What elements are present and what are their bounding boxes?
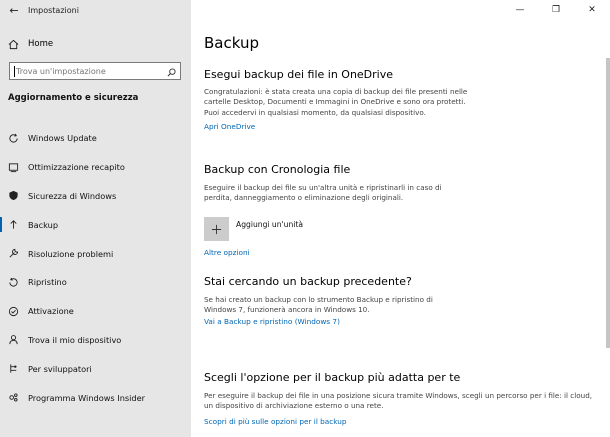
older-backup-description: Se hai creato un backup con lo strumento… — [204, 295, 433, 315]
sidebar-item-label: Per sviluppatori — [28, 363, 92, 374]
sync-icon — [6, 131, 20, 145]
check-circle-icon — [6, 304, 20, 318]
backup-restore-win7-link[interactable]: Vai a Backup e ripristino (Windows 7) — [204, 317, 340, 326]
delivery-icon — [6, 160, 20, 174]
open-onedrive-link[interactable]: Apri OneDrive — [204, 122, 255, 131]
sidebar-item-sicurezza-windows[interactable]: Sicurezza di Windows — [0, 182, 191, 211]
learn-more-backup-link[interactable]: Scopri di più sulle opzioni per il backu… — [204, 417, 347, 426]
window-controls: — ❐ ✕ — [502, 0, 610, 20]
sidebar-item-backup[interactable]: Backup — [0, 210, 191, 239]
sidebar-item-windows-insider[interactable]: Programma Windows Insider — [0, 383, 191, 412]
sidebar-item-label: Programma Windows Insider — [28, 392, 146, 403]
sidebar-item-ripristino[interactable]: Ripristino — [0, 268, 191, 297]
search-icon[interactable] — [167, 62, 176, 81]
older-backup-heading: Stai cercando un backup precedente? — [204, 275, 412, 288]
page-title: Backup — [204, 34, 259, 52]
sidebar-item-label: Ottimizzazione recapito — [28, 162, 125, 173]
choose-backup-heading: Scegli l'opzione per il backup più adatt… — [204, 371, 461, 384]
sidebar-item-attivazione[interactable]: Attivazione — [0, 297, 191, 326]
home-icon — [6, 37, 20, 51]
search-input[interactable]: Trova un'impostazione — [9, 62, 181, 80]
sidebar-item-label: Backup — [28, 219, 59, 230]
sidebar-item-risoluzione-problemi[interactable]: Risoluzione problemi — [0, 239, 191, 268]
file-history-heading: Backup con Cronologia file — [204, 163, 351, 176]
close-button[interactable]: ✕ — [574, 0, 610, 20]
sidebar-item-label: Ripristino — [28, 277, 67, 288]
sidebar-item-label: Sicurezza di Windows — [28, 190, 117, 201]
title-bar: ← Impostazioni — [0, 0, 79, 20]
text-caret — [14, 65, 15, 77]
section-heading: Aggiornamento e sicurezza — [8, 93, 139, 103]
sidebar-item-label: Trova il mio dispositivo — [28, 334, 122, 345]
sidebar-nav: Windows Update Ottimizzazione recapito S… — [0, 124, 191, 412]
recovery-icon — [6, 275, 20, 289]
back-button[interactable]: ← — [0, 0, 28, 20]
sidebar-item-label: Attivazione — [28, 306, 74, 317]
add-drive-label: Aggiungi un'unità — [236, 219, 303, 229]
wrench-icon — [6, 247, 20, 261]
person-pin-icon — [6, 333, 20, 347]
more-options-link[interactable]: Altre opzioni — [204, 248, 250, 257]
sidebar: ← Impostazioni Home Trova un'impostazion… — [0, 0, 191, 437]
sidebar-item-label: Windows Update — [28, 133, 97, 144]
minimize-button[interactable]: — — [502, 0, 538, 20]
search-placeholder: Trova un'impostazione — [16, 66, 106, 76]
sidebar-item-label: Risoluzione problemi — [28, 248, 114, 259]
add-drive-button[interactable]: Aggiungi un'unità — [204, 217, 303, 241]
sidebar-item-trova-dispositivo[interactable]: Trova il mio dispositivo — [0, 326, 191, 355]
onedrive-heading: Esegui backup dei file in OneDrive — [204, 68, 394, 81]
maximize-button[interactable]: ❐ — [538, 0, 574, 20]
arrow-up-icon — [6, 218, 20, 232]
sidebar-item-windows-update[interactable]: Windows Update — [0, 124, 191, 153]
onedrive-description: Congratulazioni: è stata creata una copi… — [204, 87, 468, 117]
choose-backup-description: Per eseguire il backup dei file in una p… — [204, 391, 593, 411]
sidebar-item-home[interactable]: Home — [6, 36, 53, 52]
scrollbar-thumb[interactable] — [606, 58, 610, 348]
shield-icon — [6, 189, 20, 203]
app-title: Impostazioni — [28, 5, 79, 15]
developer-icon — [6, 362, 20, 376]
file-history-description: Eseguire il backup dei file su un'altra … — [204, 183, 442, 203]
home-label: Home — [28, 39, 54, 49]
sidebar-item-ottimizzazione-recapito[interactable]: Ottimizzazione recapito — [0, 153, 191, 182]
plus-icon — [204, 217, 229, 241]
sidebar-item-per-sviluppatori[interactable]: Per sviluppatori — [0, 354, 191, 383]
insider-icon — [6, 391, 20, 405]
